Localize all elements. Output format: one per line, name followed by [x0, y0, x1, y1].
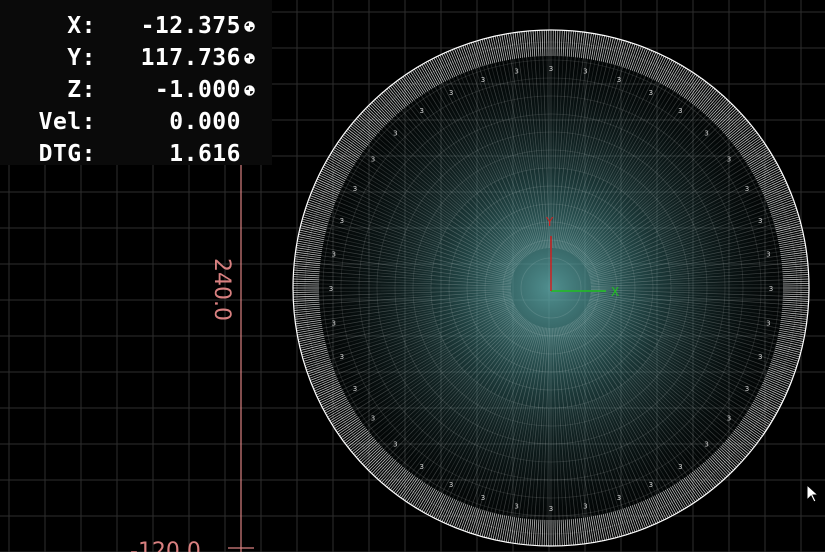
dro-value-dtg: 1.616 [169, 141, 241, 167]
mouse-pointer-icon [806, 484, 820, 503]
home-icon [244, 21, 255, 32]
dro-row-z: Z: -1.000 [0, 71, 272, 103]
dimension-label-extent: 240.0 [209, 258, 234, 321]
dro-label-dtg: DTG: [38, 141, 96, 167]
dimension-label-lower: -120.0 [130, 539, 201, 552]
dro-row-dtg: DTG: 1.616 [0, 135, 272, 167]
dro-value-x: -12.375 [140, 13, 241, 39]
gcode-preview-canvas[interactable]: 3333333333333333333333333333333333333333… [0, 0, 825, 552]
dro-label-x: X: [67, 13, 96, 39]
dro-panel: X: -12.375 Y: 117.736 Z: -1.000 Vel: 0.0… [0, 0, 272, 167]
dro-label-vel: Vel: [38, 109, 96, 135]
dro-row-y: Y: 117.736 [0, 39, 272, 71]
dro-value-vel: 0.000 [169, 109, 241, 135]
dro-row-vel: Vel: 0.000 [0, 103, 272, 135]
dro-row-x: X: -12.375 [0, 7, 272, 39]
home-icon [244, 53, 255, 64]
home-icon [244, 85, 255, 96]
dro-value-y: 117.736 [140, 45, 241, 71]
dro-value-z: -1.000 [154, 77, 241, 103]
dro-label-z: Z: [67, 77, 96, 103]
dro-label-y: Y: [67, 45, 96, 71]
